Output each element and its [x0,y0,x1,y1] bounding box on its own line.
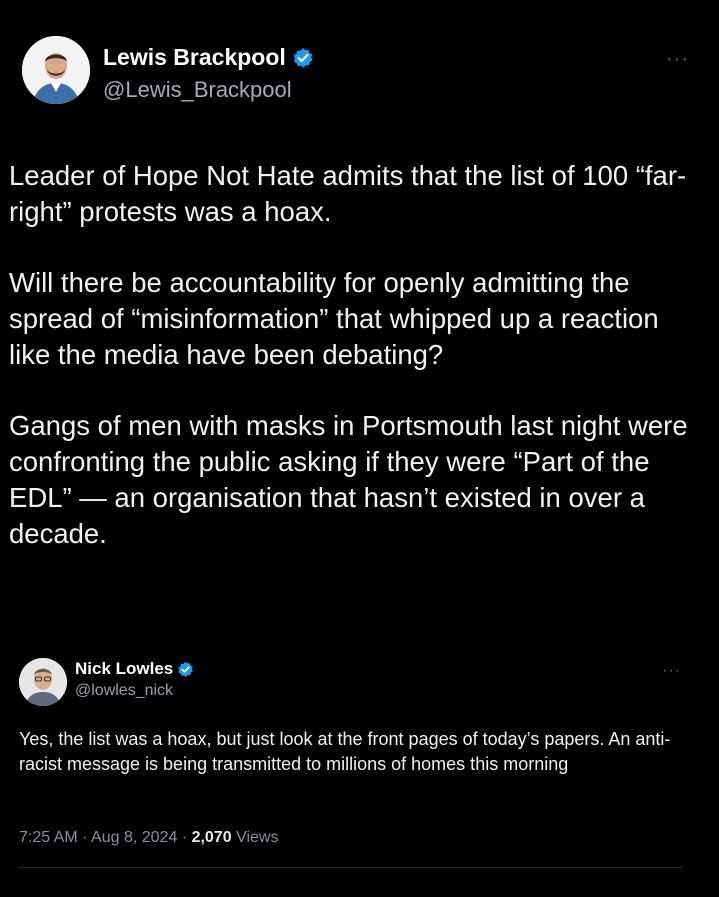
profile-photo-icon [22,36,90,104]
author-name[interactable]: Lewis Brackpool [103,44,286,71]
quoted-author-avatar[interactable] [19,658,67,706]
quoted-name-row: Nick Lowles [75,659,194,679]
tweet-paragraph: Leader of Hope Not Hate admits that the … [9,160,687,227]
tweet-paragraph: Will there be accountability for openly … [9,267,659,370]
quoted-author-handle[interactable]: @lowles_nick [75,682,173,700]
verified-badge-icon [292,47,314,69]
tweet-body: Leader of Hope Not Hate admits that the … [9,158,699,587]
tweet-card: Lewis Brackpool @Lewis_Brackpool ··· Lea… [0,0,719,897]
quoted-author-name[interactable]: Nick Lowles [75,659,173,679]
quoted-tweet-text: Yes, the list was a hoax, but just look … [19,729,671,774]
divider [19,867,683,868]
views-label: Views [236,829,279,846]
quoted-tweet[interactable]: Nick Lowles @lowles_nick ··· Yes, the li… [0,627,719,897]
tweet-paragraph: Gangs of men with masks in Portsmouth la… [9,410,688,549]
verified-badge-icon [177,661,194,678]
tweet-timestamp[interactable]: 7:25 AM · Aug 8, 2024 · [19,829,187,846]
profile-photo-icon [19,658,67,706]
more-options-icon[interactable]: ··· [666,48,689,71]
author-handle[interactable]: @Lewis_Brackpool [103,77,292,103]
views-count: 2,070 [191,829,232,846]
author-avatar[interactable] [22,36,90,104]
more-options-icon[interactable]: ··· [662,662,681,680]
quoted-tweet-meta: 7:25 AM · Aug 8, 2024 · 2,070 Views [19,829,278,847]
author-name-row: Lewis Brackpool [103,44,314,71]
